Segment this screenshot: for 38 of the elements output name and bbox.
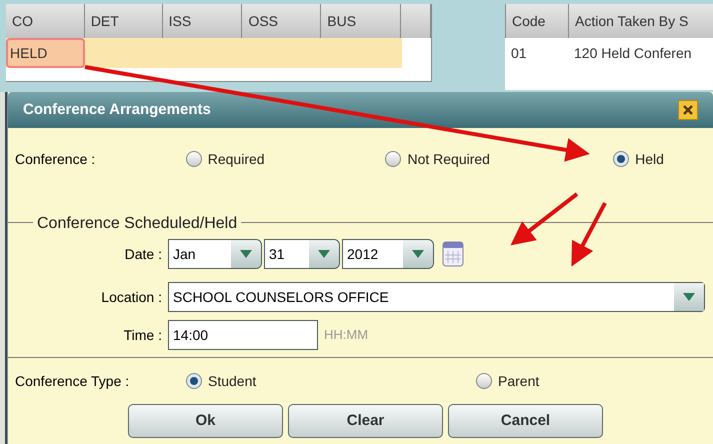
dialog-button[interactable]: Clear (288, 404, 443, 438)
dialog-button[interactable]: Ok (128, 404, 283, 438)
field-label: Conference : (14, 150, 96, 168)
dialog-button[interactable]: Cancel (448, 404, 603, 438)
date-dropdown[interactable]: Jan (168, 239, 262, 269)
radio-option[interactable]: Student (186, 370, 256, 392)
field-label: Date : (124, 244, 163, 264)
radio-button[interactable] (186, 373, 202, 389)
location-dropdown[interactable]: SCHOOL COUNSELORS OFFICE (168, 282, 705, 312)
radio-button[interactable] (476, 373, 492, 389)
radio-option[interactable]: Parent (476, 370, 540, 392)
close-icon (683, 105, 693, 115)
column-header[interactable]: Code (505, 4, 568, 38)
date-dropdown[interactable]: 2012 (342, 239, 434, 269)
close-button[interactable] (678, 100, 698, 120)
radio-option[interactable]: Held (613, 148, 664, 170)
radio-button[interactable] (186, 151, 202, 167)
table-cell-text: 120 Held Conferen (573, 44, 693, 62)
caret-icon (240, 250, 252, 258)
caret-icon (683, 293, 695, 301)
caret-icon (318, 250, 330, 258)
radio-option[interactable]: Not Required (385, 148, 490, 170)
radio-button[interactable] (385, 151, 402, 167)
calendar-icon[interactable] (442, 241, 464, 267)
time-field[interactable]: 14:00 (168, 320, 318, 350)
column-header[interactable]: Action Taken By S (568, 4, 713, 38)
format-hint: HH:MM (324, 326, 368, 344)
field-label: Time : (122, 326, 163, 344)
table-cell-text: 01 (510, 44, 528, 62)
field-label: Location : (100, 288, 163, 306)
radio-option[interactable]: Required (186, 148, 265, 170)
field-label: Conference Type : (14, 372, 130, 391)
table-row[interactable]: HELD (6, 38, 402, 68)
table-cell: HELD (6, 38, 85, 68)
dialog-title: Conference Arrangements (23, 100, 211, 120)
date-dropdown[interactable]: 31 (264, 239, 340, 269)
radio-button[interactable] (613, 151, 630, 167)
caret-icon (412, 250, 424, 258)
